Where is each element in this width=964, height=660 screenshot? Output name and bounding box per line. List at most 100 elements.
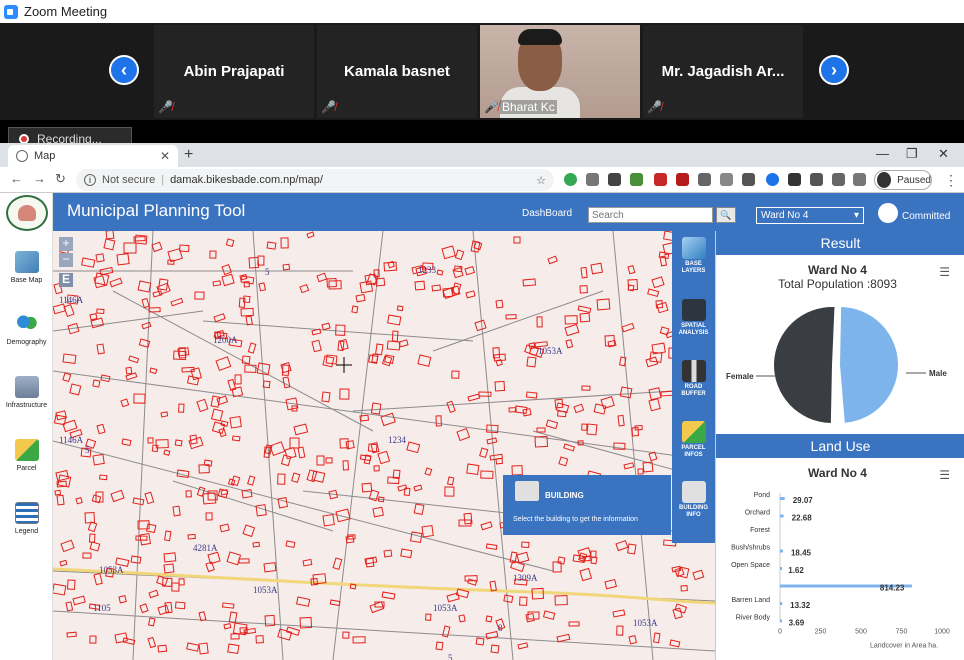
building-footprint: [84, 512, 96, 524]
map-label: 1105: [93, 603, 111, 613]
bar: [780, 549, 783, 553]
participant-tile[interactable]: Abin Prajapati 🎤̸: [154, 25, 314, 118]
close-tab-icon[interactable]: ✕: [160, 149, 170, 163]
participant-video-tile[interactable]: 🎤̸ Bharat Kc: [480, 25, 640, 118]
full-extent-button[interactable]: E: [59, 273, 73, 287]
user-name: Committed: [902, 211, 951, 222]
dashboard-link[interactable]: DashBoard: [522, 208, 572, 219]
browser-tab-strip: Map ✕ + — ❐ ✕: [0, 143, 964, 167]
ward-select[interactable]: Ward No 4 ▾: [756, 207, 864, 224]
building-footprint: [590, 262, 603, 275]
user-avatar[interactable]: [878, 203, 898, 223]
extension-icon[interactable]: [586, 173, 599, 186]
data-label: 18.45: [791, 549, 812, 558]
browser-tab[interactable]: Map ✕: [8, 145, 178, 167]
tool-building-info[interactable]: BUILDING INFO: [672, 475, 715, 535]
building-footprint: [558, 456, 569, 467]
building-footprint: [65, 601, 74, 612]
building-footprint: [446, 476, 455, 486]
building-footprint: [156, 575, 169, 587]
building-footprint: [577, 305, 592, 314]
sidebar-item-demography[interactable]: Demography: [0, 313, 53, 346]
extension-icon[interactable]: [788, 173, 801, 186]
extensions-puzzle-icon[interactable]: [832, 173, 845, 186]
chart-menu-icon[interactable]: ☰: [939, 265, 950, 279]
tool-road-buffer[interactable]: ROAD BUFFER: [672, 360, 715, 398]
building-footprint: [230, 475, 241, 487]
browser-menu-icon[interactable]: ⋮: [944, 172, 958, 189]
extension-icon[interactable]: [853, 173, 866, 186]
next-page-arrow-icon[interactable]: ›: [819, 55, 849, 85]
building-footprint: [466, 463, 480, 476]
minimize-icon[interactable]: —: [876, 146, 889, 161]
map-label: 1234: [388, 435, 407, 445]
building-footprint: [245, 315, 253, 326]
extension-icon[interactable]: [810, 173, 823, 186]
close-window-icon[interactable]: ✕: [938, 146, 949, 162]
building-footprint: [187, 533, 196, 540]
muted-mic-icon: 🎤̸: [321, 100, 336, 114]
pie-slice-female: [773, 307, 835, 423]
map-layer[interactable]: 5 12331146A1200A1053A1146A51053A1053A1053…: [53, 231, 715, 660]
building-footprint: [256, 362, 271, 376]
url-text: damak.bikesbade.com.np/map/: [170, 174, 323, 186]
building-footprint: [485, 543, 498, 550]
restore-icon[interactable]: ❐: [906, 146, 918, 162]
chart-menu-icon[interactable]: ☰: [939, 468, 950, 482]
back-icon[interactable]: ←: [10, 171, 23, 186]
profile-button[interactable]: Paused: [874, 170, 932, 190]
search-input[interactable]: [588, 207, 713, 223]
zoom-in-button[interactable]: +: [59, 237, 73, 251]
extension-icon[interactable]: [564, 173, 577, 186]
map-canvas[interactable]: 5 1233 1146A 1200A 1053A 1146A 5 1053A 1053A 1053…: [53, 231, 715, 660]
building-footprint: [231, 386, 244, 398]
previous-page-arrow-icon[interactable]: ‹: [109, 55, 139, 85]
sidebar-item-base-map[interactable]: Base Map: [0, 251, 53, 284]
building-footprint: [413, 503, 425, 515]
sidebar-item-legend[interactable]: Legend: [0, 502, 53, 535]
building-footprint: [147, 636, 157, 649]
building-footprint: [480, 470, 494, 479]
extension-icon[interactable]: [720, 173, 733, 186]
map-label: 1233: [418, 265, 437, 275]
sidebar-item-parcel[interactable]: Parcel: [0, 439, 53, 472]
tool-spatial-analysis[interactable]: SPATIAL ANALYSIS: [672, 299, 715, 337]
tool-base-layers[interactable]: BASE LAYERS: [672, 237, 715, 275]
building-footprint: [511, 465, 523, 476]
map-label: 1053A: [253, 585, 278, 595]
building-footprint: [377, 450, 391, 465]
tools-icon: [681, 299, 706, 321]
gender-pie-chart: Female Male: [726, 307, 947, 423]
x-tick-label: 500: [855, 629, 867, 636]
building-footprint: [194, 291, 205, 300]
bookmark-star-icon[interactable]: ☆: [536, 174, 546, 187]
land-use-bar-chart: Pond 29.07 Orchard 22.68 Forest Bush/shrubs 18…: [731, 492, 950, 650]
sidebar-item-infrastructure[interactable]: Infrastructure: [0, 376, 53, 409]
building-footprint: [478, 391, 492, 397]
search-button[interactable]: 🔍: [716, 207, 736, 223]
participant-tile[interactable]: Kamala basnet 🎤̸: [317, 25, 477, 118]
tool-label: BASE: [685, 261, 702, 267]
building-footprint: [326, 278, 337, 288]
extension-icon[interactable]: [654, 173, 667, 186]
new-tab-button[interactable]: +: [184, 146, 193, 164]
extension-icon[interactable]: [766, 173, 779, 186]
building-footprint: [628, 635, 638, 645]
extension-icon[interactable]: [698, 173, 711, 186]
reload-icon[interactable]: ↻: [55, 171, 66, 187]
extension-icon[interactable]: [676, 173, 689, 186]
forward-icon[interactable]: →: [33, 171, 46, 186]
participant-tile[interactable]: Mr. Jagadish Ar... 🎤̸: [643, 25, 803, 118]
building-footprint: [444, 486, 455, 497]
extension-icon[interactable]: [630, 173, 643, 186]
extension-icon[interactable]: [742, 173, 755, 186]
extension-icon[interactable]: [608, 173, 621, 186]
zoom-out-button[interactable]: −: [59, 253, 73, 267]
building-footprint: [151, 241, 163, 253]
info-icon[interactable]: i: [84, 174, 96, 186]
flag-icon: [14, 439, 39, 461]
tool-parcel-infos[interactable]: PARCEL INFOS: [672, 421, 715, 459]
building-footprint: [240, 307, 254, 317]
address-bar[interactable]: i Not secure | damak.bikesbade.com.np/ma…: [76, 169, 554, 191]
building-footprint: [321, 391, 331, 403]
